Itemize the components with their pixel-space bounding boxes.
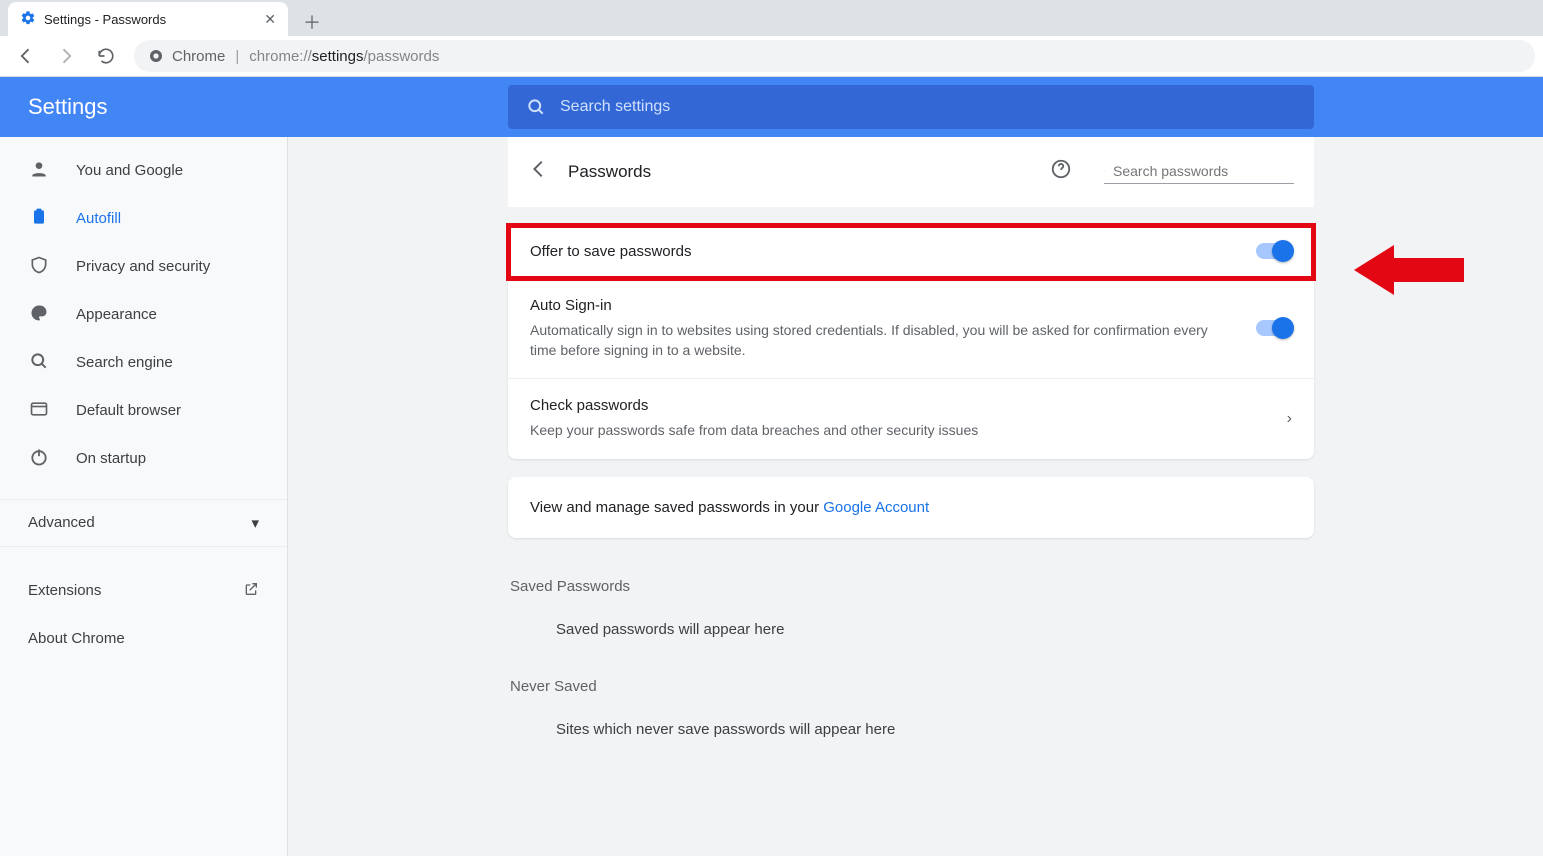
sidebar-item-default-browser[interactable]: Default browser [0,387,287,435]
sidebar-item-label: Default browser [76,402,181,419]
sidebar-extensions-label: Extensions [28,582,101,599]
sidebar-item-label: Search engine [76,354,173,371]
auto-signin-row: Auto Sign-in Automatically sign in to we… [508,279,1314,380]
tab-title: Settings - Passwords [44,12,256,27]
annotation-arrow [1354,240,1464,300]
omnibox-label: Chrome [172,48,225,65]
google-account-row: View and manage saved passwords in your … [508,477,1314,538]
help-icon[interactable] [1050,158,1072,185]
back-button[interactable] [8,38,44,74]
close-icon[interactable]: ✕ [264,11,276,28]
sidebar-about-label: About Chrome [28,630,125,647]
search-icon [526,97,546,117]
tab-strip: Settings - Passwords ✕ ＋ [0,0,1543,36]
view-manage-text: View and manage saved passwords in your [530,499,823,516]
check-passwords-sub: Keep your passwords safe from data breac… [530,420,1267,440]
chevron-right-icon: › [1287,410,1292,428]
google-account-link[interactable]: Google Account [823,499,929,516]
person-icon [28,159,50,183]
saved-passwords-empty: Saved passwords will appear here [508,621,1314,638]
palette-icon [28,303,50,327]
omnibox-url: chrome://settings/passwords [249,48,439,65]
browser-icon [28,399,50,423]
shield-icon [28,255,50,279]
forward-button[interactable] [48,38,84,74]
power-icon [28,447,50,471]
auto-signin-label: Auto Sign-in [530,297,1236,314]
sidebar-item-privacy[interactable]: Privacy and security [0,243,287,291]
search-icon [28,351,50,375]
panel-header: Passwords [508,137,1314,207]
site-info-icon[interactable]: Chrome [148,48,225,65]
never-saved-empty: Sites which never save passwords will ap… [508,721,1314,738]
settings-sidebar: You and Google Autofill Privacy and secu… [0,137,288,856]
sidebar-item-label: You and Google [76,162,183,179]
sidebar-item-search-engine[interactable]: Search engine [0,339,287,387]
offer-to-save-row: Offer to save passwords [508,225,1314,279]
search-icon [1104,163,1105,179]
sidebar-item-label: Autofill [76,210,121,227]
new-tab-button[interactable]: ＋ [298,8,326,36]
check-passwords-row[interactable]: Check passwords Keep your passwords safe… [508,379,1314,458]
offer-to-save-toggle[interactable] [1256,243,1292,259]
sidebar-extensions[interactable]: Extensions [0,567,287,615]
check-passwords-label: Check passwords [530,397,1267,414]
settings-search[interactable] [508,85,1314,129]
chevron-down-icon: ▾ [251,514,259,532]
omnibox-divider: | [235,48,239,65]
panel-title: Passwords [568,162,1032,182]
clipboard-icon [28,207,50,231]
never-saved-heading: Never Saved [508,678,1314,695]
sidebar-about[interactable]: About Chrome [0,615,287,663]
sidebar-item-label: Privacy and security [76,258,210,275]
sidebar-advanced-label: Advanced [28,514,95,531]
saved-passwords-heading: Saved Passwords [508,578,1314,595]
sidebar-item-on-startup[interactable]: On startup [0,435,287,483]
settings-title: Settings [28,94,508,120]
address-bar[interactable]: Chrome | chrome://settings/passwords [134,40,1535,72]
sidebar-item-you-and-google[interactable]: You and Google [0,147,287,195]
browser-tab[interactable]: Settings - Passwords ✕ [8,2,288,36]
offer-to-save-label: Offer to save passwords [530,243,1236,260]
sidebar-item-label: On startup [76,450,146,467]
sidebar-item-appearance[interactable]: Appearance [0,291,287,339]
sidebar-advanced[interactable]: Advanced ▾ [0,499,287,547]
browser-toolbar: Chrome | chrome://settings/passwords [0,36,1543,76]
gear-icon [20,10,36,29]
external-icon [243,581,259,601]
sidebar-item-autofill[interactable]: Autofill [0,195,287,243]
auto-signin-toggle[interactable] [1256,320,1292,336]
passwords-search-input[interactable] [1113,163,1294,179]
sidebar-item-label: Appearance [76,306,157,323]
settings-header: Settings [0,77,1543,137]
panel-back-button[interactable] [528,158,550,185]
auto-signin-sub: Automatically sign in to websites using … [530,320,1236,361]
passwords-search[interactable] [1104,159,1294,184]
settings-search-input[interactable] [560,98,1296,116]
reload-button[interactable] [88,38,124,74]
